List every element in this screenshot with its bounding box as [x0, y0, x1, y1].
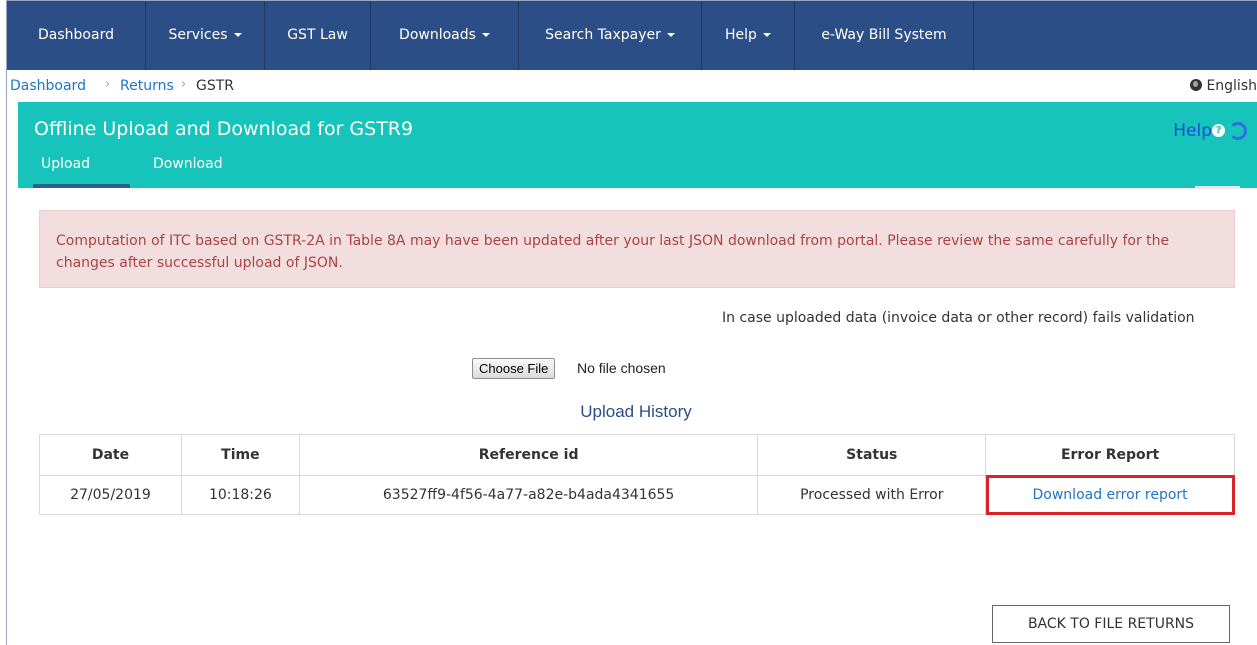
- highlight-annotation-box: [986, 475, 1235, 515]
- breadcrumb-returns[interactable]: Returns: [120, 78, 174, 94]
- validation-note: In case uploaded data (invoice data or o…: [722, 310, 1195, 326]
- column-header-date: Date: [39, 434, 182, 476]
- file-status-text: No file chosen: [577, 360, 666, 376]
- nav-label: Search Taxpayer: [545, 27, 661, 43]
- nav-label: e-Way Bill System: [821, 27, 947, 43]
- cell-reference-id: 63527ff9-4f56-4a77-a82e-b4ada4341655: [298, 475, 759, 515]
- caret-down-icon: [233, 33, 242, 37]
- active-tab-indicator: [33, 184, 130, 188]
- breadcrumb-current: GSTR: [196, 78, 235, 94]
- caret-down-icon: [481, 33, 490, 37]
- choose-file-button[interactable]: Choose File: [472, 358, 556, 379]
- nav-help[interactable]: Help: [702, 1, 795, 70]
- nav-label: Dashboard: [38, 27, 114, 43]
- column-header-time: Time: [180, 434, 300, 476]
- nav-search-taxpayer[interactable]: Search Taxpayer: [519, 1, 702, 70]
- language-label: English: [1206, 78, 1257, 94]
- nav-eway-bill[interactable]: e-Way Bill System: [795, 1, 974, 70]
- refresh-icon[interactable]: [1229, 122, 1247, 140]
- breadcrumb-separator: ›: [105, 77, 111, 92]
- nav-gst-law[interactable]: GST Law: [265, 1, 371, 70]
- page-title: Offline Upload and Download for GSTR9: [34, 118, 414, 140]
- nav-dashboard[interactable]: Dashboard: [7, 1, 146, 70]
- top-navigation-bar: Dashboard Services GST Law Downloads Sea…: [7, 1, 1257, 70]
- cell-time: 10:18:26: [180, 475, 300, 515]
- upload-history-title: Upload History: [580, 402, 692, 421]
- nav-services[interactable]: Services: [146, 1, 265, 70]
- breadcrumb-dashboard[interactable]: Dashboard: [10, 78, 86, 94]
- caret-down-icon: [762, 33, 771, 37]
- breadcrumb-separator: ›: [181, 77, 187, 92]
- nav-label: GST Law: [287, 27, 348, 43]
- itc-warning-alert: Computation of ITC based on GSTR-2A in T…: [39, 210, 1235, 288]
- nav-label: Services: [168, 27, 228, 43]
- globe-icon: [1190, 79, 1203, 91]
- column-header-error-report: Error Report: [985, 434, 1235, 476]
- language-selector[interactable]: English: [1190, 78, 1257, 94]
- help-circle-icon[interactable]: ?: [1212, 124, 1225, 137]
- cell-status: Processed with Error: [757, 475, 987, 515]
- column-header-status: Status: [757, 434, 987, 476]
- panel-shade: [1195, 186, 1240, 189]
- panel-header: Offline Upload and Download for GSTR9 He…: [18, 102, 1257, 188]
- nav-label: Help: [725, 27, 757, 43]
- table-header-row: Date Time Reference id Status Error Repo…: [39, 434, 1235, 476]
- caret-down-icon: [666, 33, 675, 37]
- nav-downloads[interactable]: Downloads: [371, 1, 519, 70]
- cell-date: 27/05/2019: [39, 475, 182, 515]
- column-header-reference-id: Reference id: [298, 434, 759, 476]
- help-link[interactable]: Help: [1173, 121, 1212, 141]
- back-to-file-returns-button[interactable]: BACK TO FILE RETURNS: [992, 605, 1230, 643]
- breadcrumb: Dashboard › Returns › GSTR English: [7, 70, 1257, 102]
- tab-upload[interactable]: Upload: [41, 156, 90, 172]
- tab-download[interactable]: Download: [153, 156, 223, 172]
- nav-label: Downloads: [399, 27, 476, 43]
